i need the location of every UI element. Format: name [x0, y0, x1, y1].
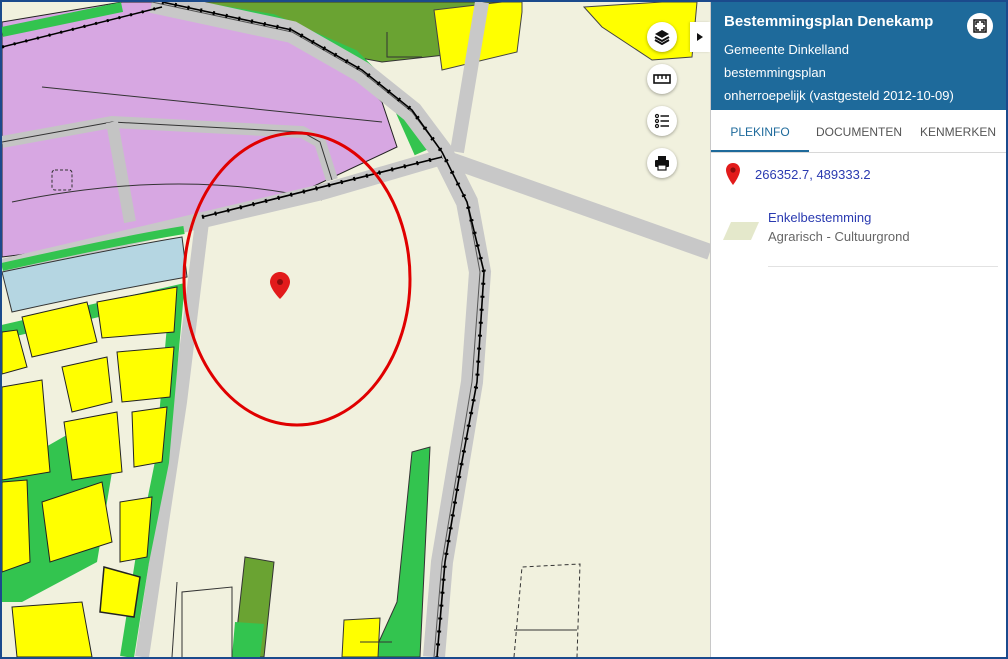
result-divider — [768, 266, 998, 267]
tab-kenmerken[interactable]: KENMERKEN — [909, 110, 1006, 152]
layers-button[interactable] — [647, 22, 677, 52]
plan-status: onherroepelijk (vastgesteld 2012-10-09) — [724, 88, 954, 103]
panel-header: Bestemmingsplan Denekamp Gemeente Dinkel… — [711, 2, 1006, 110]
print-button[interactable] — [647, 148, 677, 178]
fullscreen-button[interactable] — [967, 13, 993, 39]
info-panel: Bestemmingsplan Denekamp Gemeente Dinkel… — [710, 2, 1006, 657]
coordinate-row: 266352.7, 489333.2 — [725, 162, 871, 186]
result-subtitle: Agrarisch - Cultuurgrond — [768, 229, 910, 244]
collapse-panel-button[interactable] — [690, 22, 710, 52]
plan-type: bestemmingsplan — [724, 65, 826, 80]
tab-documenten[interactable]: DOCUMENTEN — [811, 110, 907, 152]
coordinates-text[interactable]: 266352.7, 489333.2 — [755, 167, 871, 182]
printer-icon — [655, 156, 669, 171]
map-plan-layer[interactable] — [2, 2, 710, 657]
chevron-right-icon — [697, 33, 703, 41]
plan-municipality: Gemeente Dinkelland — [724, 42, 850, 57]
panel-tabs: PLEKINFO DOCUMENTEN KENMERKEN — [711, 110, 1006, 153]
agrarisch-swatch-icon — [723, 222, 759, 240]
legend-list-icon — [654, 113, 669, 129]
layers-icon — [654, 30, 670, 45]
ruler-icon — [653, 74, 671, 84]
app-frame: Bestemmingsplan Denekamp Gemeente Dinkel… — [0, 0, 1008, 659]
tab-plekinfo[interactable]: PLEKINFO — [711, 110, 809, 152]
result-title-link[interactable]: Enkelbestemming — [768, 210, 871, 225]
plan-title: Bestemmingsplan Denekamp — [724, 13, 934, 30]
fullscreen-icon — [973, 19, 987, 33]
map-canvas[interactable] — [2, 2, 710, 657]
legend-button[interactable] — [647, 106, 677, 136]
location-marker-icon — [726, 163, 740, 185]
measure-button[interactable] — [647, 64, 677, 94]
